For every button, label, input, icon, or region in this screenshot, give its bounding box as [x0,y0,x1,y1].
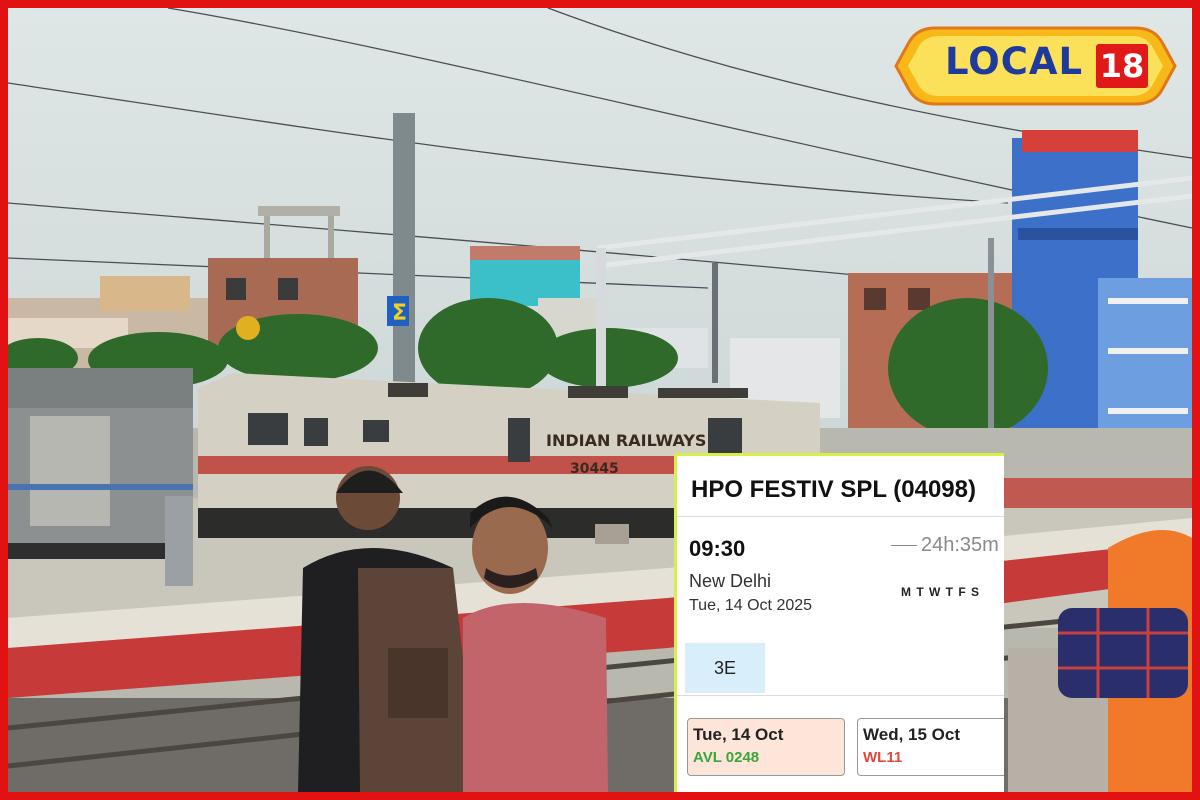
departure-time: 09:30 [689,536,746,561]
availability-status: WL11 [863,749,903,766]
departure-date: Tue, 14 Oct 2025 [689,597,813,614]
availability-card-tue-14-oct[interactable]: Tue, 14 Oct AVL 0248 [687,718,845,776]
train-title: HPO FESTIV SPL (04098) [691,476,976,503]
svg-text:Σ: Σ [392,301,407,326]
run-days: M T W T F S [901,585,980,599]
train-info-card: HPO FESTIV SPL (04098) 09:30 24h:35m New… [674,453,1004,792]
logo-number: 18 [1096,44,1148,88]
availability-status: AVL 0248 [693,749,760,766]
duration-dash [891,545,917,547]
availability-date: Wed, 15 Oct [863,725,960,744]
logo-text: LOCAL [945,40,1084,83]
availability-card-wed-15-oct[interactable]: Wed, 15 Oct WL11 [857,718,1004,776]
duration-text: 24h:35m [921,534,999,556]
locomotive-number: 30445 [570,461,619,477]
class-tab-3e[interactable]: 3E [685,643,765,693]
divider [677,516,1004,517]
divider [677,695,1004,696]
departure-station: New Delhi [689,571,772,591]
availability-date: Tue, 14 Oct [693,725,784,744]
journey-duration: 24h:35m [891,534,999,557]
railway-station-photo: Σ INDIAN RAILWAYS 30445 [8,8,1192,792]
local18-logo: LOCAL 18 [893,22,1178,110]
locomotive-label: INDIAN RAILWAYS [546,431,706,450]
image-frame: Σ INDIAN RAILWAYS 30445 LOCAL 18 HPO FES… [0,0,1200,800]
